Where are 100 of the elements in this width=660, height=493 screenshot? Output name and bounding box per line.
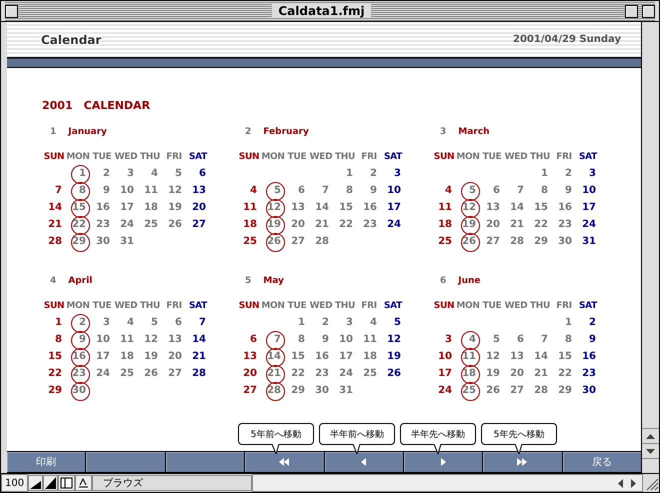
day-number: 18 bbox=[456, 368, 480, 379]
day-number: 24 bbox=[386, 219, 402, 230]
weekday-header: THU bbox=[138, 152, 162, 162]
day-number: 12 bbox=[261, 202, 285, 213]
month-number: 4 bbox=[50, 276, 56, 288]
day-number: 10 bbox=[581, 185, 597, 196]
day-number: 2 bbox=[588, 317, 597, 328]
day-number: 26 bbox=[261, 236, 285, 247]
day-number: 9 bbox=[102, 185, 111, 196]
day-number: 29 bbox=[66, 236, 90, 247]
weekday-header: MON bbox=[66, 152, 90, 162]
weekday-header: TUE bbox=[286, 152, 308, 162]
zoom-level[interactable]: 100 bbox=[1, 474, 28, 492]
day-number: 10 bbox=[437, 351, 453, 362]
month-number: 1 bbox=[50, 127, 56, 139]
day-number: 14 bbox=[261, 351, 285, 362]
day-number: 10 bbox=[338, 334, 354, 345]
weekday-header: SUN bbox=[42, 152, 66, 162]
day-number: 28 bbox=[509, 236, 525, 247]
day-number: 15 bbox=[557, 351, 573, 362]
day-number: 19 bbox=[456, 219, 480, 230]
down-arrow-icon[interactable] bbox=[646, 448, 655, 454]
day-number: 1 bbox=[66, 168, 90, 179]
day-number: 20 bbox=[242, 368, 258, 379]
day-number: 9 bbox=[66, 334, 90, 345]
day-number: 12 bbox=[386, 334, 402, 345]
horizontal-scrollbar[interactable] bbox=[252, 474, 643, 492]
day-number: 3 bbox=[444, 334, 453, 345]
day-number: 23 bbox=[557, 219, 573, 230]
up-arrow-icon[interactable] bbox=[646, 434, 655, 438]
day-number: 7 bbox=[261, 334, 285, 345]
day-number: 18 bbox=[362, 351, 378, 362]
day-number: 17 bbox=[437, 368, 453, 379]
day-number: 14 bbox=[314, 202, 330, 213]
day-number: 20 bbox=[485, 219, 501, 230]
day-number: 5 bbox=[261, 185, 285, 196]
status-icon[interactable] bbox=[75, 475, 92, 491]
day-number: 24 bbox=[119, 219, 135, 230]
day-number: 5 bbox=[492, 334, 501, 345]
day-number: 7 bbox=[540, 334, 549, 345]
day-number: 27 bbox=[509, 385, 525, 396]
weekday-header: FRI bbox=[165, 152, 183, 162]
day-number: 25 bbox=[362, 368, 378, 379]
calendar-heading: 2001 CALENDAR bbox=[42, 98, 152, 113]
day-number: 30 bbox=[557, 236, 573, 247]
day-number: 17 bbox=[119, 202, 135, 213]
toolbar-button[interactable]: 印刷 bbox=[7, 452, 86, 472]
zoom-box[interactable] bbox=[625, 4, 638, 18]
day-number: 8 bbox=[297, 334, 306, 345]
weekday-header: SAT bbox=[188, 152, 208, 162]
day-number: 29 bbox=[290, 385, 306, 396]
day-number: 20 bbox=[191, 202, 207, 213]
zoom-out-icon[interactable] bbox=[28, 475, 44, 491]
day-number: 30 bbox=[314, 385, 330, 396]
day-number: 26 bbox=[167, 219, 183, 230]
month-name: March bbox=[458, 127, 490, 139]
day-number: 4 bbox=[126, 317, 135, 328]
play-icon bbox=[440, 457, 446, 467]
mode-indicator[interactable]: ブラウズ bbox=[92, 475, 252, 491]
day-number: 22 bbox=[47, 368, 63, 379]
day-number: 23 bbox=[314, 368, 330, 379]
weekday-header: TUE bbox=[482, 152, 502, 162]
day-number: 24 bbox=[338, 368, 354, 379]
day-number: 2 bbox=[102, 168, 111, 179]
day-number: 25 bbox=[437, 236, 453, 247]
day-number: 14 bbox=[533, 351, 549, 362]
nav-button[interactable] bbox=[245, 452, 324, 472]
toolbar-button[interactable]: 戻る bbox=[562, 452, 641, 472]
day-number: 29 bbox=[533, 236, 549, 247]
day-number: 20 bbox=[290, 219, 306, 230]
layout-icon[interactable] bbox=[58, 475, 76, 491]
day-number: 29 bbox=[557, 385, 573, 396]
day-number: 20 bbox=[509, 368, 525, 379]
weekday-header: MON bbox=[261, 152, 285, 162]
day-number: 28 bbox=[314, 236, 330, 247]
collapse-box[interactable] bbox=[642, 4, 656, 18]
day-number: 12 bbox=[167, 185, 183, 196]
day-number: 2 bbox=[369, 168, 378, 179]
day-number: 4 bbox=[369, 317, 378, 328]
close-box[interactable] bbox=[5, 4, 18, 18]
right-arrow-icon[interactable] bbox=[631, 478, 636, 488]
weekday-header: TUE bbox=[92, 152, 112, 162]
day-number: 6 bbox=[492, 185, 501, 196]
day-number: 28 bbox=[191, 368, 207, 379]
day-number: 6 bbox=[516, 334, 525, 345]
day-number: 23 bbox=[95, 219, 111, 230]
day-number: 25 bbox=[456, 385, 480, 396]
day-number: 4 bbox=[444, 185, 453, 196]
left-arrow-icon[interactable] bbox=[618, 478, 623, 488]
day-number: 27 bbox=[191, 219, 207, 230]
month-name: February bbox=[263, 127, 309, 139]
nav-button[interactable] bbox=[483, 452, 562, 472]
day-number: 21 bbox=[191, 351, 207, 362]
weekday-header: WED bbox=[114, 152, 138, 162]
day-number: 23 bbox=[66, 368, 90, 379]
weekday-header: THU bbox=[334, 300, 356, 310]
day-number: 26 bbox=[143, 368, 159, 379]
day-number: 26 bbox=[485, 385, 501, 396]
day-number: 18 bbox=[143, 202, 159, 213]
day-number: 28 bbox=[533, 385, 549, 396]
